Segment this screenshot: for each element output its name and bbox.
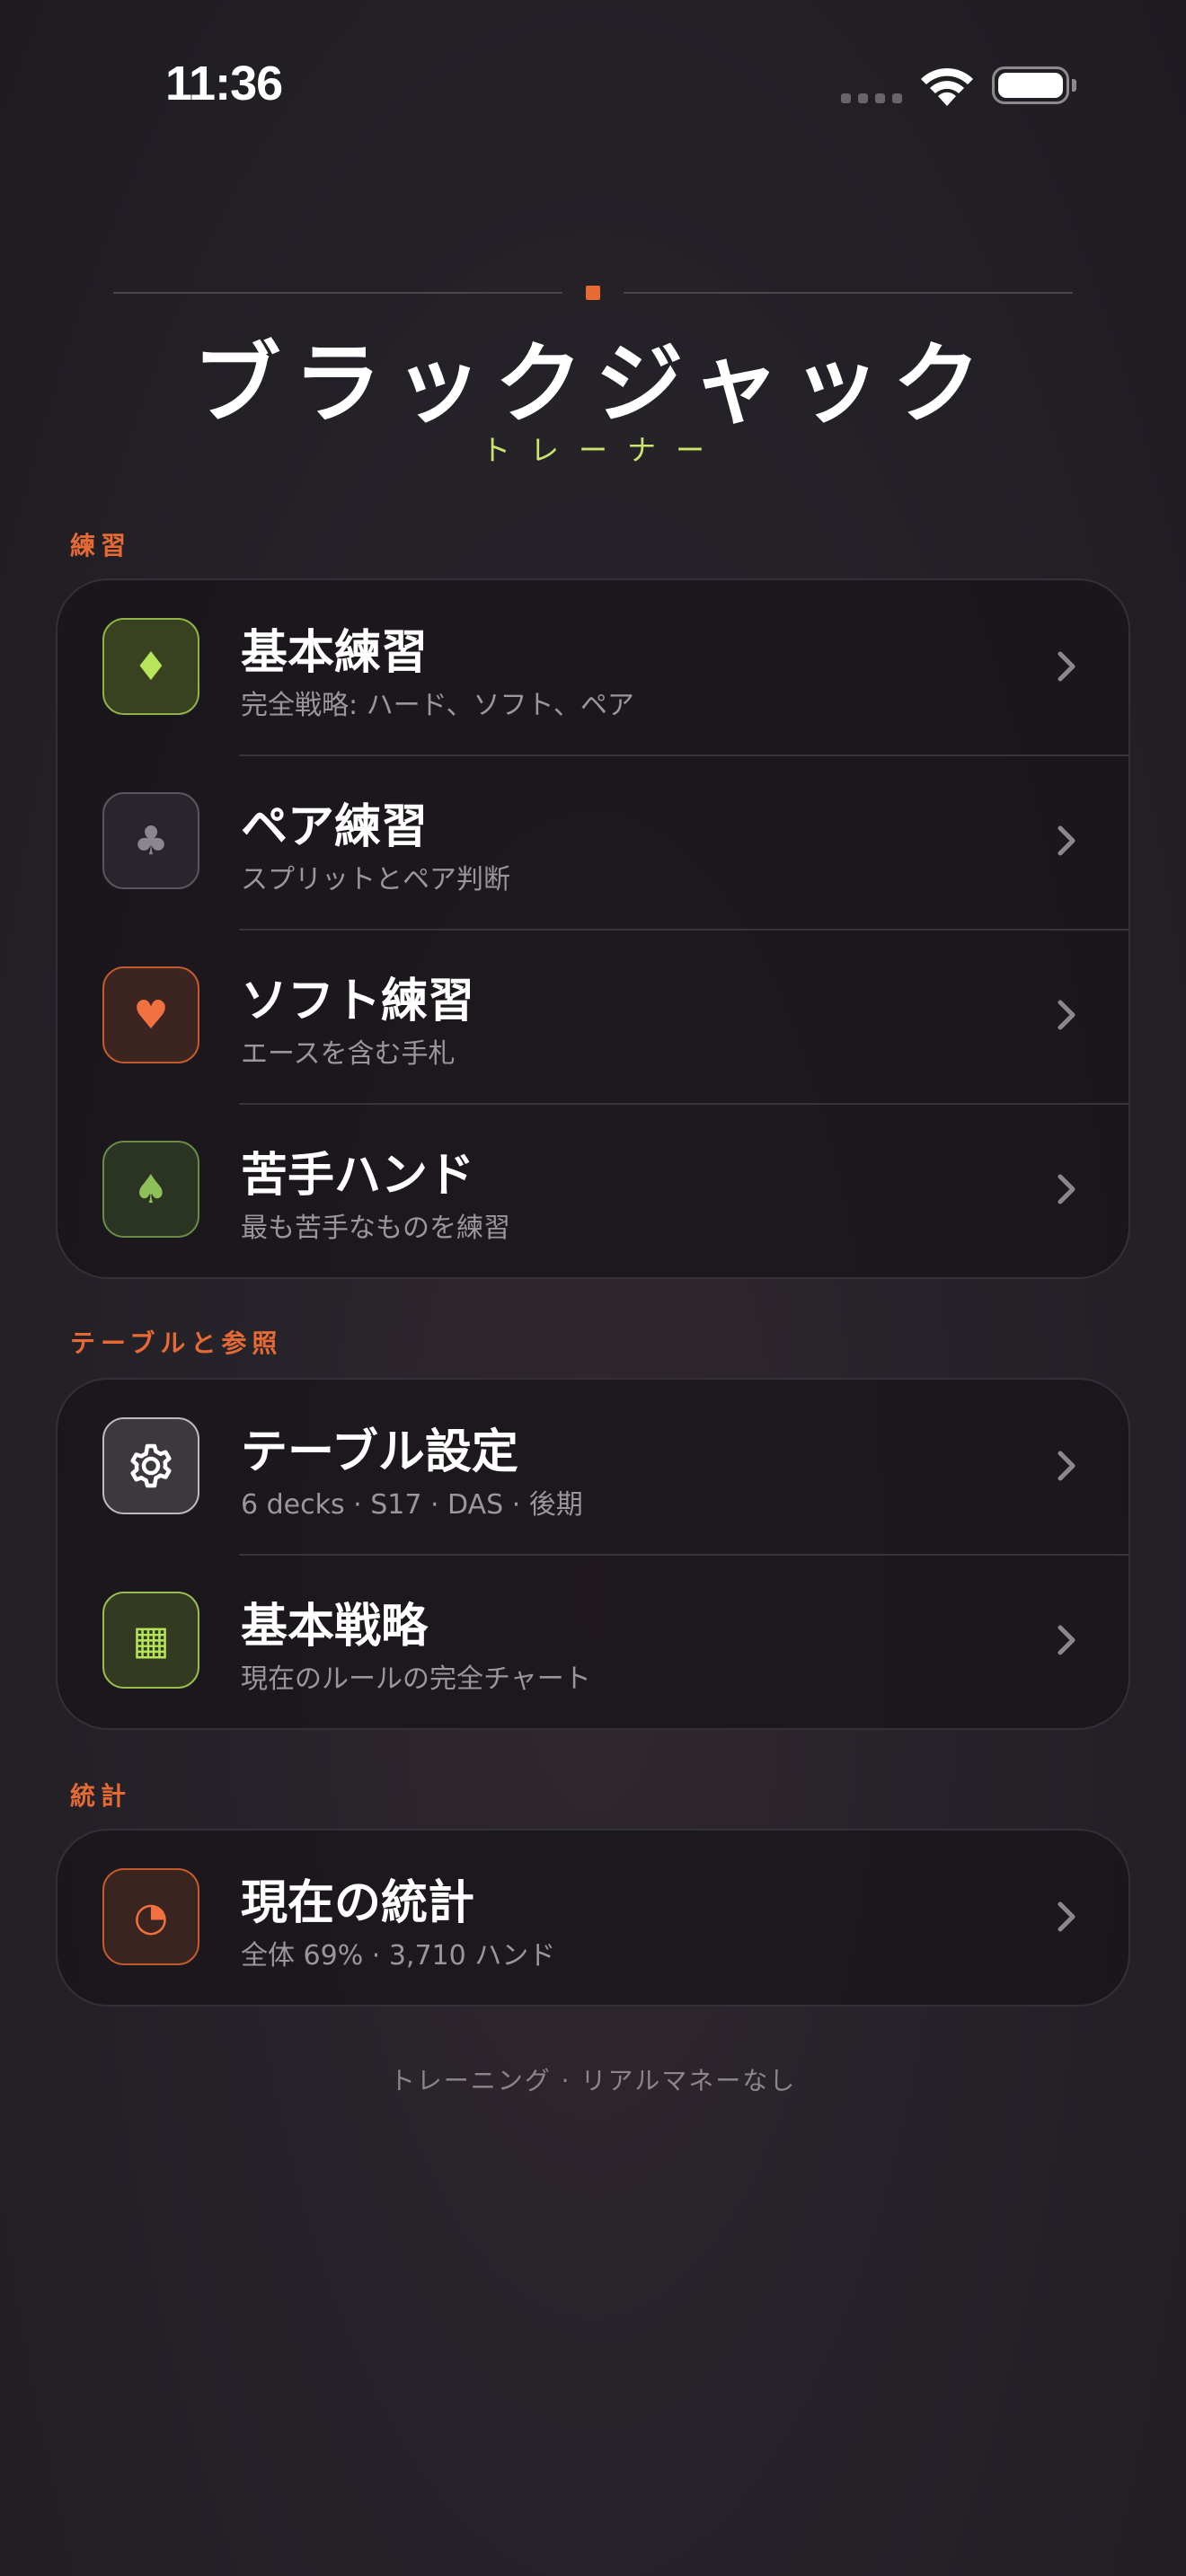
diamond-icon: ♦ — [102, 618, 199, 715]
heart-icon: ♥ — [102, 966, 199, 1063]
cellular-signal-icon — [841, 93, 902, 103]
app-title: ブラックジャック — [192, 332, 994, 436]
header-rule-right — [624, 292, 1073, 294]
row-subtitle: 全体 69% · 3,710 ハンド — [241, 1940, 556, 1972]
row-subtitle: スプリットとペア判断 — [241, 864, 510, 895]
row-subtitle: 6 decks · S17 · DAS · 後期 — [241, 1489, 583, 1521]
battery-cap — [1072, 79, 1076, 92]
row-title: 基本戦略 — [241, 1599, 429, 1654]
spade-icon: ♠ — [102, 1141, 199, 1238]
practice-card: ♦ 基本練習 完全戦略: ハード、ソフト、ペア ♣ ペア練習 スプリットとペア判… — [56, 578, 1130, 1279]
row-title: テーブル設定 — [241, 1425, 518, 1479]
row-subtitle: 最も苦手なものを練習 — [241, 1213, 510, 1244]
wifi-icon — [921, 67, 973, 106]
row-title: ペア練習 — [241, 799, 429, 854]
header-rule-left — [113, 292, 562, 294]
battery-icon — [992, 66, 1069, 104]
row-subtitle: 完全戦略: ハード、ソフト、ペア — [241, 690, 634, 721]
chevron-right-icon — [1058, 1901, 1075, 1932]
row-subtitle: エースを含む手札 — [241, 1038, 456, 1070]
chevron-right-icon — [1058, 1625, 1075, 1655]
header-accent-dot — [586, 286, 600, 300]
menu-row-basic-strategy[interactable]: ▦ 基本戦略 現在のルールの完全チャート — [58, 1554, 1128, 1728]
gear-icon — [102, 1417, 199, 1514]
chevron-right-icon — [1058, 1000, 1075, 1030]
menu-row-weak-hands[interactable]: ♠ 苦手ハンド 最も苦手なものを練習 — [58, 1103, 1128, 1277]
section-label-stats: 統計 — [70, 1781, 132, 1811]
footer-note: トレーニング · リアルマネーなし — [389, 2066, 797, 2095]
pie-chart-icon: ◔ — [102, 1868, 199, 1965]
menu-row-current-stats[interactable]: ◔ 現在の統計 全体 69% · 3,710 ハンド — [58, 1831, 1128, 2005]
club-icon: ♣ — [102, 792, 199, 889]
chevron-right-icon — [1058, 1174, 1075, 1204]
row-title: 基本練習 — [241, 625, 429, 680]
row-title: 現在の統計 — [241, 1875, 475, 1930]
menu-row-pair-practice[interactable]: ♣ ペア練習 スプリットとペア判断 — [58, 754, 1128, 929]
row-title: 苦手ハンド — [241, 1148, 475, 1203]
chevron-right-icon — [1058, 825, 1075, 856]
section-label-practice: 練習 — [70, 531, 132, 560]
status-time: 11:36 — [165, 57, 283, 110]
row-title: ソフト練習 — [241, 974, 475, 1028]
section-label-tables: テーブルと参照 — [70, 1328, 283, 1358]
row-subtitle: 現在のルールの完全チャート — [241, 1663, 591, 1695]
tables-card: テーブル設定 6 decks · S17 · DAS · 後期 ▦ 基本戦略 現… — [56, 1378, 1130, 1730]
menu-row-table-settings[interactable]: テーブル設定 6 decks · S17 · DAS · 後期 — [58, 1380, 1128, 1554]
chevron-right-icon — [1058, 651, 1075, 682]
stats-card: ◔ 現在の統計 全体 69% · 3,710 ハンド — [56, 1829, 1130, 2007]
chevron-right-icon — [1058, 1451, 1075, 1481]
grid-icon: ▦ — [102, 1592, 199, 1689]
app-subtitle: トレーナー — [481, 433, 724, 467]
menu-row-soft-practice[interactable]: ♥ ソフト練習 エースを含む手札 — [58, 929, 1128, 1103]
menu-row-basic-practice[interactable]: ♦ 基本練習 完全戦略: ハード、ソフト、ペア — [58, 580, 1128, 754]
status-bar: 11:36 — [0, 0, 1186, 171]
